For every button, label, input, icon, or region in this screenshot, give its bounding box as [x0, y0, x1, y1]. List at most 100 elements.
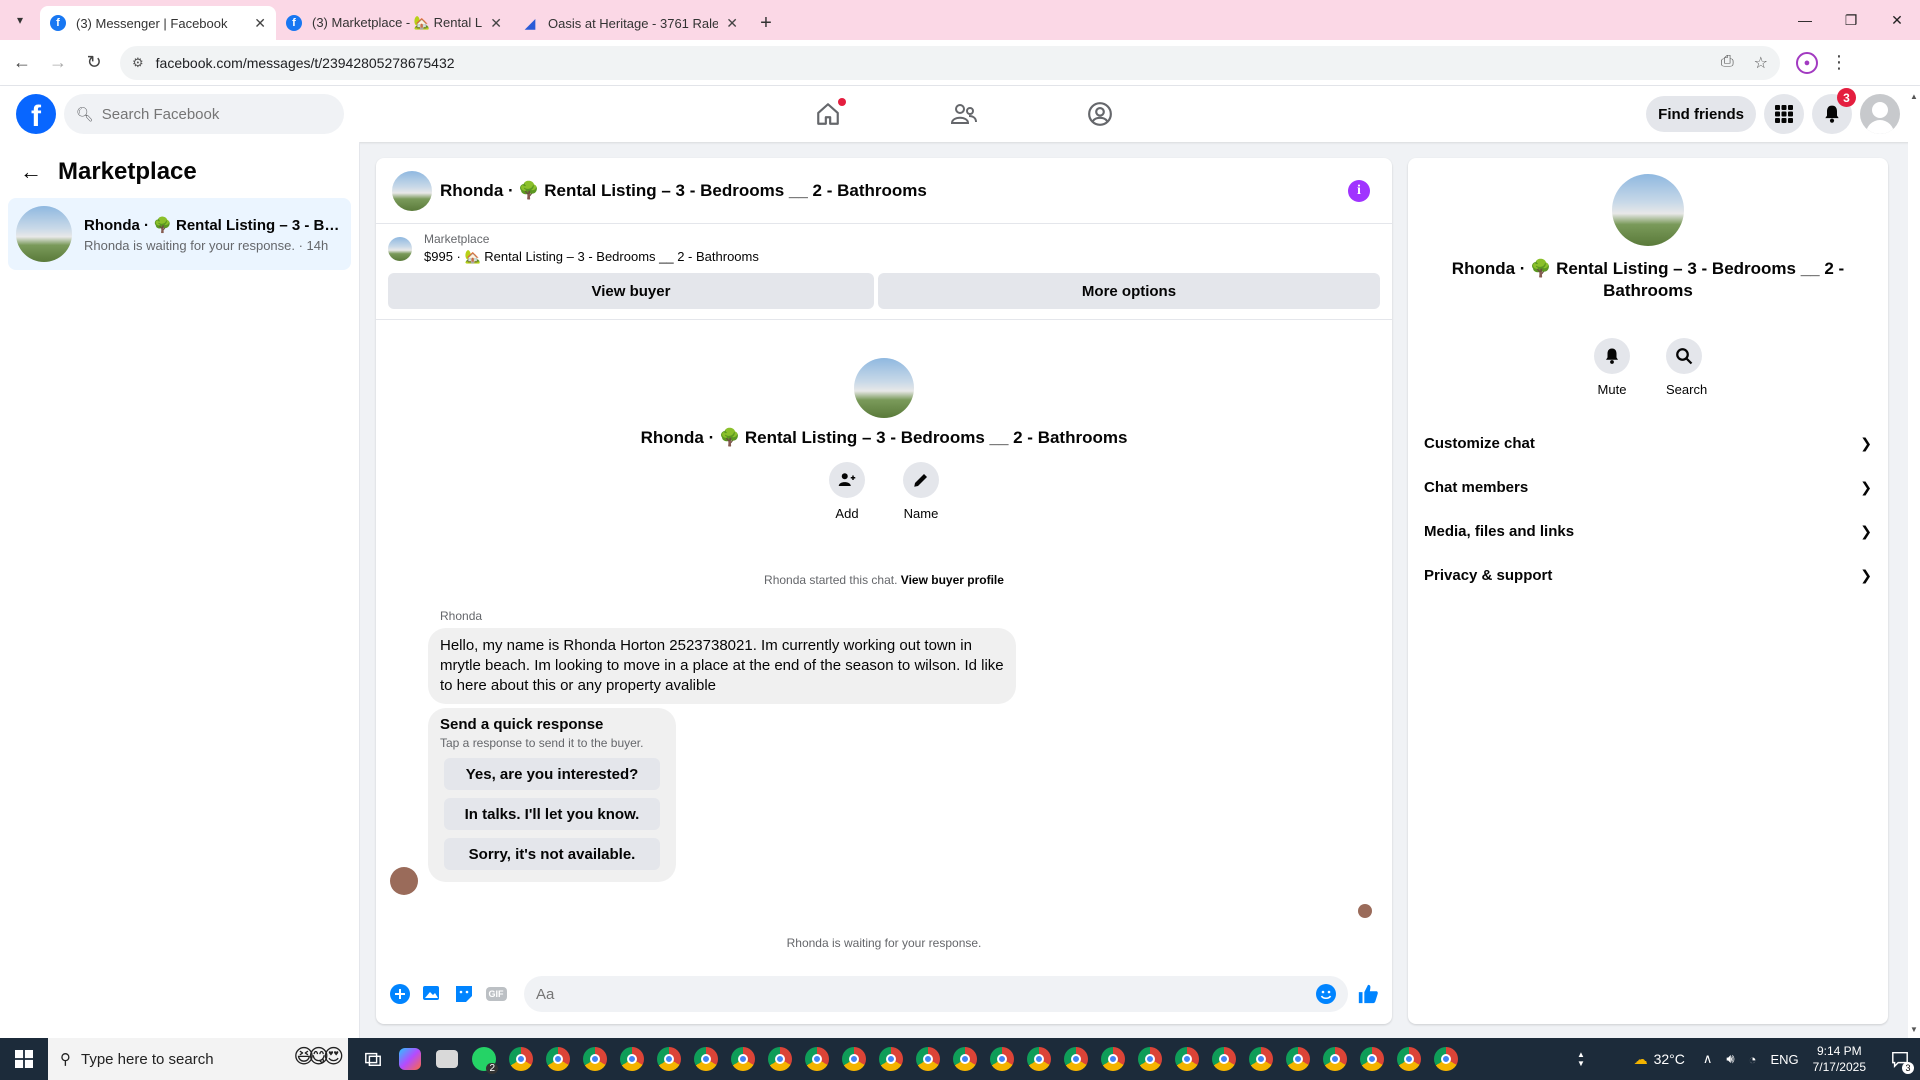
sticker-button[interactable] — [448, 978, 480, 1010]
scroll-up-icon[interactable]: ▲ — [1910, 92, 1918, 101]
chrome-icon[interactable] — [502, 1038, 539, 1080]
forward-arrow-icon[interactable]: → — [40, 45, 76, 81]
chrome-icon[interactable] — [1168, 1038, 1205, 1080]
account-avatar[interactable] — [1860, 94, 1900, 134]
add-people-button[interactable]: Add — [828, 462, 866, 521]
notifications-button[interactable]: 3 — [1812, 88, 1856, 134]
quick-response-option[interactable]: Yes, are you interested? — [444, 758, 660, 790]
profile-icon[interactable]: ● — [1796, 51, 1818, 74]
weather-widget[interactable]: ☁ 32°C — [1634, 1051, 1685, 1068]
menu-grid-button[interactable] — [1764, 94, 1804, 134]
taskbar-search[interactable]: ⚲ Type here to search 😆😋😍 — [48, 1038, 348, 1080]
omnibox[interactable]: ⚙ facebook.com/messages/t/23942805278675… — [120, 45, 1780, 80]
search-chat-button[interactable]: Search — [1666, 338, 1707, 397]
chrome-icon[interactable] — [1094, 1038, 1131, 1080]
privacy-support-section[interactable]: Privacy & support ❯ — [1424, 553, 1872, 597]
chevron-up-icon[interactable]: ∧ — [1703, 1051, 1713, 1067]
chrome-icon[interactable] — [1353, 1038, 1390, 1080]
tab-oasis[interactable]: ◢ Oasis at Heritage - 3761 Raleigh ✕ — [512, 6, 748, 40]
site-info-icon[interactable]: ⚙ — [132, 55, 144, 71]
quick-response-option[interactable]: In talks. I'll let you know. — [444, 798, 660, 830]
chrome-icon[interactable] — [650, 1038, 687, 1080]
speaker-icon[interactable]: 🔊︎ — [1726, 1051, 1734, 1067]
facebook-search[interactable]: 🔍︎ — [64, 94, 344, 134]
windows-start-button[interactable] — [0, 1038, 48, 1080]
close-tab-icon[interactable]: ✕ — [490, 15, 502, 32]
more-options-button[interactable]: More options — [878, 273, 1380, 309]
view-buyer-button[interactable]: View buyer — [388, 273, 874, 309]
browser-menu-icon[interactable]: ⋮ — [1830, 52, 1848, 73]
chrome-icon[interactable] — [576, 1038, 613, 1080]
page-scrollbar[interactable]: ▲ ▼ — [1908, 86, 1920, 1038]
message-input-wrapper[interactable] — [524, 976, 1348, 1012]
chat-title[interactable]: Rhonda · 🌳 Rental Listing – 3 - Bedrooms… — [440, 181, 927, 201]
chrome-icon[interactable] — [983, 1038, 1020, 1080]
bookmark-star-icon[interactable]: ☆ — [1754, 53, 1768, 73]
home-nav[interactable] — [760, 86, 896, 142]
search-input[interactable] — [101, 105, 322, 123]
chrome-icon[interactable] — [1131, 1038, 1168, 1080]
back-arrow-icon[interactable]: ← — [4, 45, 40, 81]
chrome-icon[interactable] — [872, 1038, 909, 1080]
wifi-icon[interactable]: ◔ — [1749, 1052, 1757, 1067]
chrome-icon[interactable] — [1279, 1038, 1316, 1080]
listing-thumbnail[interactable] — [392, 170, 432, 211]
close-tab-icon[interactable]: ✕ — [726, 15, 738, 32]
tab-marketplace[interactable]: f (3) Marketplace - 🏡 Rental Listing ✕ — [276, 6, 512, 40]
close-tab-icon[interactable]: ✕ — [254, 15, 266, 32]
action-center-button[interactable]: 3 — [1880, 1038, 1920, 1080]
sender-avatar[interactable] — [390, 867, 418, 895]
clock[interactable]: 9:14 PM 7/17/2025 — [1813, 1043, 1866, 1075]
info-icon[interactable]: i — [1348, 180, 1370, 202]
quick-response-option[interactable]: Sorry, it's not available. — [444, 838, 660, 870]
chrome-icon[interactable] — [613, 1038, 650, 1080]
task-view-icon[interactable] — [354, 1038, 391, 1080]
chrome-icon[interactable] — [1205, 1038, 1242, 1080]
chrome-icon[interactable] — [798, 1038, 835, 1080]
restore-icon[interactable]: ❐ — [1828, 0, 1874, 40]
chrome-icon[interactable] — [835, 1038, 872, 1080]
edit-name-button[interactable]: Name — [902, 462, 940, 521]
conversation-item[interactable]: Rhonda · 🌳 Rental Listing – 3 - Be... Rh… — [8, 198, 351, 270]
chrome-icon[interactable] — [1316, 1038, 1353, 1080]
chrome-icon[interactable] — [946, 1038, 983, 1080]
reload-icon[interactable]: ↻ — [76, 45, 112, 81]
chrome-icon[interactable] — [1242, 1038, 1279, 1080]
chrome-icon[interactable] — [1390, 1038, 1427, 1080]
minimize-icon[interactable]: — — [1782, 0, 1828, 40]
tab-messenger[interactable]: f (3) Messenger | Facebook ✕ — [40, 6, 276, 40]
listing-price-title[interactable]: $995 · 🏡 Rental Listing – 3 - Bedrooms _… — [424, 249, 759, 265]
new-tab-button[interactable]: + — [748, 6, 784, 40]
taskbar-overflow-scroll[interactable]: ▲ ▼ — [1574, 1038, 1588, 1080]
view-buyer-profile-link[interactable]: View buyer profile — [901, 573, 1004, 587]
chrome-icon[interactable] — [539, 1038, 576, 1080]
tab-search-chevron-icon[interactable]: ▾ — [0, 0, 40, 40]
find-friends-button[interactable]: Find friends — [1646, 96, 1756, 132]
more-actions-button[interactable] — [384, 978, 416, 1010]
chrome-icon[interactable] — [1427, 1038, 1464, 1080]
chrome-icon[interactable] — [724, 1038, 761, 1080]
chrome-icon[interactable] — [1057, 1038, 1094, 1080]
customize-chat-section[interactable]: Customize chat ❯ — [1424, 421, 1872, 465]
back-arrow-icon[interactable]: ← — [20, 159, 42, 185]
whatsapp-icon[interactable]: 2 — [465, 1038, 502, 1080]
mute-button[interactable]: Mute — [1594, 338, 1630, 397]
facebook-logo-icon[interactable]: f — [16, 94, 56, 134]
media-files-links-section[interactable]: Media, files and links ❯ — [1424, 509, 1872, 553]
copilot-icon[interactable] — [391, 1038, 428, 1080]
scroll-down-icon[interactable]: ▼ — [1910, 1025, 1918, 1034]
chat-members-section[interactable]: Chat members ❯ — [1424, 465, 1872, 509]
chrome-icon[interactable] — [761, 1038, 798, 1080]
install-app-icon[interactable]: ⎙ — [1721, 53, 1734, 73]
gif-button[interactable]: GIF — [480, 978, 512, 1010]
url-text[interactable]: facebook.com/messages/t/2394280527867543… — [156, 55, 1721, 71]
attach-photo-button[interactable] — [416, 978, 448, 1010]
friends-nav[interactable] — [896, 86, 1032, 142]
emoji-icon[interactable] — [1316, 984, 1336, 1004]
app-icon[interactable] — [428, 1038, 465, 1080]
profile-nav[interactable] — [1032, 86, 1168, 142]
message-input[interactable] — [536, 985, 1316, 1003]
chrome-icon[interactable] — [1020, 1038, 1057, 1080]
like-button[interactable] — [1352, 978, 1384, 1010]
chrome-icon[interactable] — [909, 1038, 946, 1080]
